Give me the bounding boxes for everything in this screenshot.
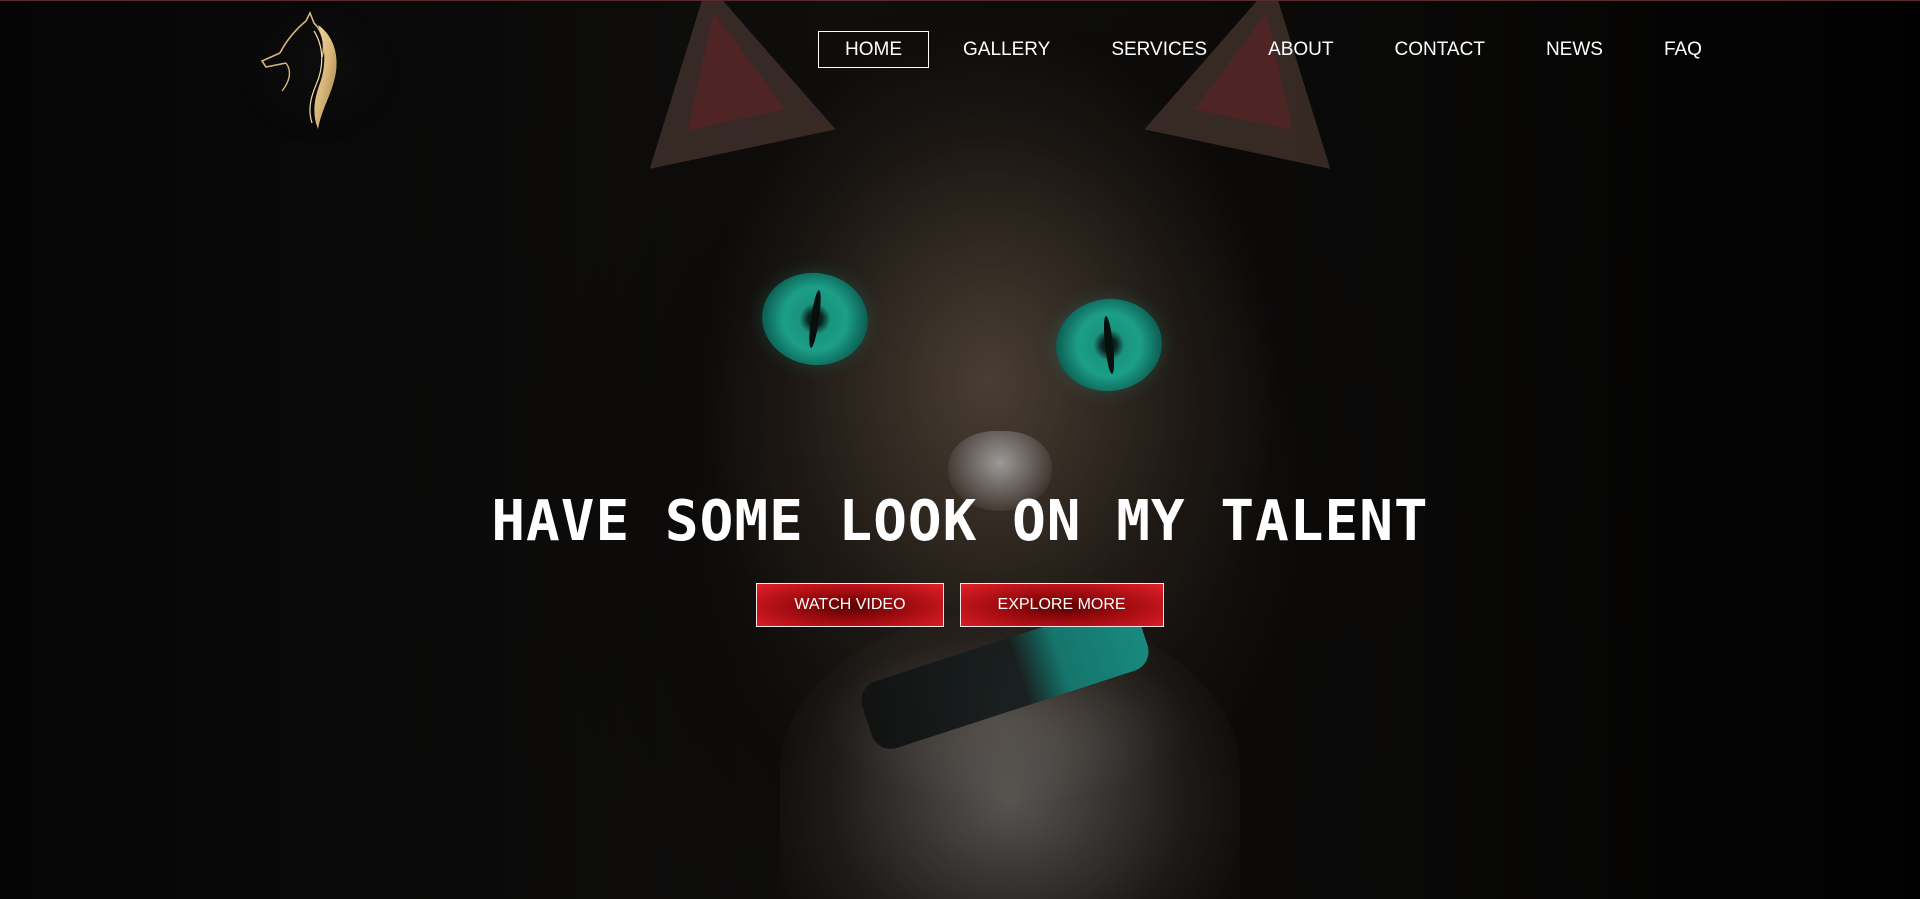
nav-item-home[interactable]: HOME	[818, 31, 929, 68]
nav-item-contact[interactable]: CONTACT	[1368, 31, 1512, 68]
explore-more-button[interactable]: EXPLORE MORE	[959, 583, 1164, 627]
nav-item-gallery[interactable]: GALLERY	[936, 31, 1077, 68]
main-nav: HOME GALLERY SERVICES ABOUT CONTACT NEWS…	[818, 31, 1736, 68]
nav-item-news[interactable]: NEWS	[1519, 31, 1630, 68]
hero-cta-group: WATCH VIDEO EXPLORE MORE	[0, 583, 1920, 627]
watch-video-button[interactable]: WATCH VIDEO	[756, 583, 944, 627]
page: HOME GALLERY SERVICES ABOUT CONTACT NEWS…	[0, 0, 1920, 899]
horse-head-icon	[260, 11, 337, 129]
nav-item-services[interactable]: SERVICES	[1084, 31, 1234, 68]
nav-item-about[interactable]: ABOUT	[1241, 31, 1360, 68]
hero-headline: HAVE SOME LOOK ON MY TALENT	[491, 489, 1429, 554]
nav-item-faq[interactable]: FAQ	[1637, 31, 1729, 68]
site-logo[interactable]	[236, 3, 398, 143]
